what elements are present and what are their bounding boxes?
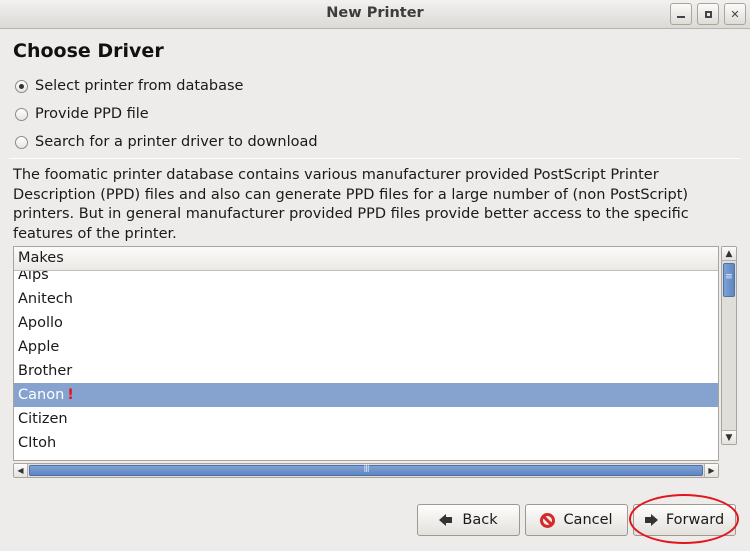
list-item[interactable]: Citizen (14, 407, 718, 431)
option-provide-ppd-file[interactable]: Provide PPD file (15, 104, 149, 124)
option-search-driver-download[interactable]: Search for a printer driver to download (15, 132, 318, 152)
close-icon: ✕ (730, 7, 740, 21)
forward-button-label: Forward (665, 512, 725, 528)
separator (9, 158, 741, 159)
forward-arrow-icon (644, 514, 658, 526)
list-item[interactable]: Apple (14, 335, 718, 359)
option-label: Search for a printer driver to download (35, 134, 318, 150)
list-item-label: Brother (18, 363, 73, 379)
list-item-selected[interactable]: Canon! (14, 383, 718, 407)
makes-list[interactable]: Makes Alps Anitech Apollo Apple Brother … (13, 246, 719, 461)
forward-button[interactable]: Forward (633, 504, 736, 536)
column-header-makes[interactable]: Makes (14, 247, 718, 271)
maximize-icon (704, 10, 712, 18)
scrollbar-thumb[interactable] (723, 263, 735, 297)
list-item[interactable]: CItoh (14, 431, 718, 455)
horizontal-scrollbar[interactable]: ◀ ▶ (13, 463, 719, 478)
cancel-icon (540, 512, 556, 528)
radio-button[interactable] (15, 79, 28, 93)
scroll-left-arrow-icon[interactable]: ◀ (14, 464, 28, 477)
back-button-label: Back (462, 512, 498, 528)
vertical-scrollbar[interactable]: ▲ ▼ (721, 246, 737, 445)
radio-button[interactable] (15, 135, 28, 149)
list-item[interactable]: Alps (14, 271, 718, 287)
radio-button[interactable] (15, 107, 28, 121)
close-button[interactable]: ✕ (724, 3, 746, 25)
window-title: New Printer (326, 5, 424, 21)
makes-list-body[interactable]: Alps Anitech Apollo Apple Brother Canon!… (14, 271, 718, 460)
maximize-button[interactable] (697, 3, 719, 25)
option-select-from-database[interactable]: Select printer from database (15, 76, 243, 96)
list-item[interactable]: Anitech (14, 287, 718, 311)
list-item-label: Apollo (18, 315, 63, 331)
scrollbar-thumb[interactable] (29, 463, 703, 476)
list-item-label: Citizen (18, 411, 68, 427)
title-bar: New Printer ✕ (0, 0, 750, 29)
option-label: Select printer from database (35, 78, 244, 94)
scroll-up-arrow-icon[interactable]: ▲ (722, 247, 736, 261)
description-text: The foomatic printer database contains v… (13, 167, 689, 242)
exclamation-icon: ! (67, 387, 74, 403)
scroll-down-arrow-icon[interactable]: ▼ (722, 430, 736, 444)
back-button[interactable]: Back (417, 504, 520, 536)
option-label: Provide PPD file (35, 106, 149, 122)
back-arrow-icon (439, 514, 453, 526)
minimize-button[interactable] (670, 3, 692, 25)
scroll-right-arrow-icon[interactable]: ▶ (704, 464, 718, 477)
list-item[interactable]: Brother (14, 359, 718, 383)
list-item-label: CItoh (18, 435, 57, 451)
list-item[interactable]: Apollo (14, 311, 718, 335)
minimize-icon (677, 15, 685, 18)
list-item-label: Apple (18, 339, 60, 355)
list-item-label: Anitech (18, 291, 73, 307)
list-item-label: Canon (18, 387, 65, 403)
cancel-button-label: Cancel (563, 512, 613, 528)
page-title: Choose Driver (13, 40, 164, 62)
list-item-label: Alps (18, 271, 49, 283)
cancel-button[interactable]: Cancel (525, 504, 628, 536)
